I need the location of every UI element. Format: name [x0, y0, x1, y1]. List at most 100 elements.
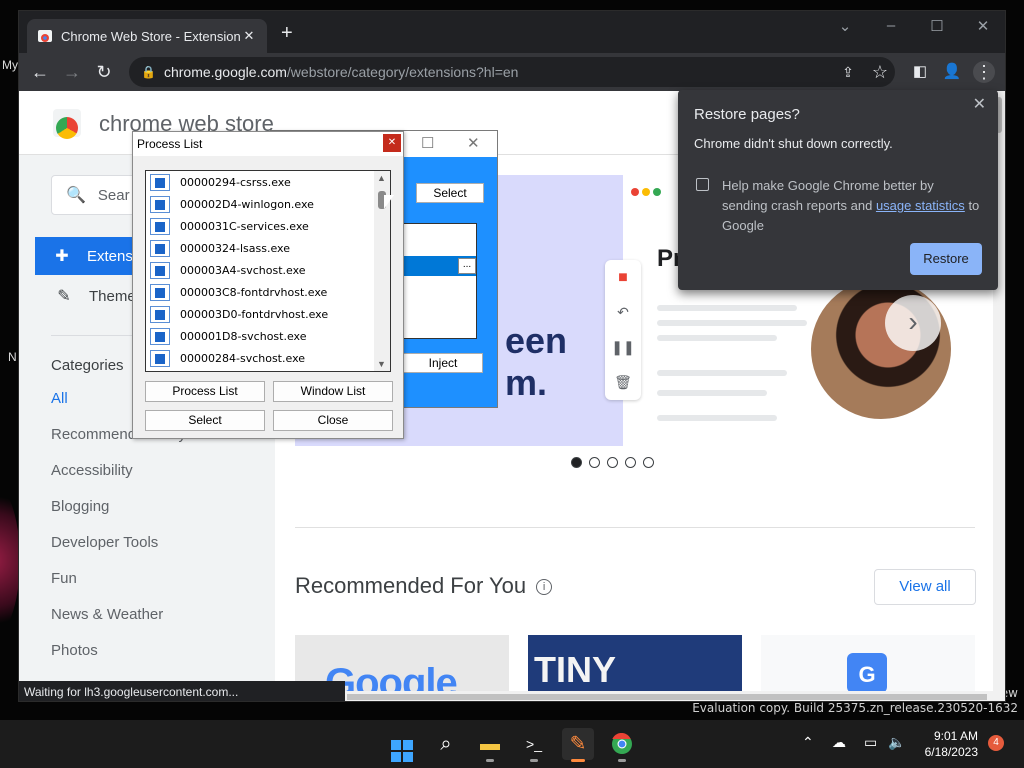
taskbar-clock[interactable]: 9:01 AM 6/18/2023 — [908, 728, 978, 760]
page-horizontal-scrollbar[interactable] — [345, 691, 1005, 701]
pause-icon: ❚❚ — [611, 339, 635, 355]
forward-icon[interactable]: → — [61, 61, 83, 83]
chevron-up-icon[interactable]: ⌃ — [802, 734, 814, 751]
extension-thumbnail[interactable]: TINY — [528, 635, 742, 695]
category-item-accessibility[interactable]: Accessibility — [51, 453, 203, 489]
carousel-dot[interactable] — [643, 457, 654, 468]
terminal-icon[interactable]: >_ — [518, 728, 550, 762]
process-icon — [150, 305, 170, 323]
category-item-photos[interactable]: Photos — [51, 633, 203, 669]
tab-search-icon[interactable]: ⌄ — [825, 17, 865, 35]
reload-icon[interactable]: ↻ — [93, 61, 115, 83]
process-item[interactable]: 000002D4-winlogon.exe — [150, 193, 314, 215]
restore-button[interactable]: Restore — [910, 243, 982, 275]
process-list-button[interactable]: Process List — [145, 381, 265, 402]
category-item-developer-tools[interactable]: Developer Tools — [51, 525, 203, 561]
lock-icon[interactable]: 🔒 — [141, 65, 156, 79]
carousel-dot[interactable] — [589, 457, 600, 468]
clock-time: 9:01 AM — [933, 729, 978, 743]
usage-statistics-link[interactable]: usage statistics — [876, 198, 965, 213]
category-item-news-weather[interactable]: News & Weather — [51, 597, 203, 633]
start-button[interactable] — [386, 728, 418, 762]
new-tab-icon[interactable]: + — [281, 23, 293, 43]
tab-close-icon[interactable]: ✕ — [241, 28, 257, 44]
network-icon[interactable]: ▭ — [864, 734, 877, 751]
extension-thumbnail[interactable]: G — [761, 635, 975, 695]
categories-heading: Categories — [51, 357, 124, 374]
menu-kebab-icon[interactable]: ⋮ — [973, 61, 995, 83]
trash-icon: 🗑 — [614, 374, 632, 390]
process-icon — [150, 195, 170, 213]
scroll-up-icon[interactable]: ▲ — [377, 173, 386, 183]
banner-headline: een m. — [505, 320, 567, 404]
chrome-web-store-logo[interactable] — [53, 109, 81, 139]
process-item[interactable]: 00000284-svchost.exe — [150, 347, 305, 369]
carousel-next-icon[interactable]: › — [885, 295, 941, 351]
info-icon[interactable]: i — [536, 579, 553, 595]
file-explorer-icon[interactable]: ▬ — [474, 728, 506, 762]
app-icon[interactable]: ✎ — [562, 728, 594, 762]
crash-report-checkbox[interactable] — [696, 178, 709, 191]
close-window-icon[interactable]: ✕ — [467, 134, 480, 152]
desktop-icon-label[interactable]: N — [8, 350, 17, 364]
maximize-icon[interactable]: ☐ — [917, 17, 957, 35]
process-icon — [150, 261, 170, 279]
category-item-blogging[interactable]: Blogging — [51, 489, 203, 525]
category-item-fun[interactable]: Fun — [51, 561, 203, 597]
close-icon[interactable]: ✕ — [383, 134, 401, 152]
browser-tab[interactable]: Chrome Web Store - Extensions ✕ — [27, 19, 267, 53]
volume-icon[interactable]: 🔈 — [888, 734, 905, 751]
tab-title: Chrome Web Store - Extensions — [61, 28, 241, 44]
process-item[interactable]: 000001D8-svchost.exe — [150, 325, 306, 347]
restore-pages-bubble: Restore pages? ✕ Chrome didn't shut down… — [678, 90, 998, 290]
share-icon[interactable]: ⇪ — [837, 61, 859, 83]
process-item[interactable]: 000003C8-fontdrvhost.exe — [150, 281, 327, 303]
search-icon[interactable]: ⌕ — [430, 728, 462, 760]
chrome-web-store-icon — [37, 28, 53, 44]
process-icon — [150, 217, 170, 235]
process-name: 0000031C-services.exe — [180, 219, 309, 233]
minimize-icon[interactable]: – — [871, 17, 911, 34]
scrollbar-thumb[interactable] — [347, 694, 987, 700]
carousel-dot[interactable] — [571, 457, 582, 468]
cloud-icon[interactable]: ☁ — [832, 734, 846, 751]
scroll-down-icon[interactable]: ▼ — [377, 359, 386, 369]
close-window-icon[interactable]: ✕ — [963, 17, 1003, 35]
carousel-dot[interactable] — [625, 457, 636, 468]
browse-button[interactable]: ... — [458, 258, 476, 274]
windows-logo-icon — [391, 740, 413, 762]
bookmark-star-icon[interactable]: ☆ — [869, 61, 891, 83]
process-listbox[interactable]: 00000294-csrss.exe 000002D4-winlogon.exe… — [145, 170, 391, 372]
maximize-icon[interactable]: ☐ — [421, 134, 434, 152]
process-item[interactable]: 0000031C-services.exe — [150, 215, 309, 237]
crash-report-option: Help make Google Chrome better by sendin… — [722, 176, 982, 236]
select-button[interactable]: Select — [145, 410, 265, 431]
process-item[interactable]: 00000294-csrss.exe — [150, 171, 291, 193]
process-item[interactable]: 000003A4-svchost.exe — [150, 259, 306, 281]
taskbar: ⌕ ▬ >_ ✎ ⌃ ☁ ▭ 🔈 9:01 AM 6/18/2023 — [0, 720, 1024, 768]
back-icon[interactable]: ← — [29, 61, 51, 83]
process-icon — [150, 349, 170, 367]
recommended-heading: Recommended For You i — [295, 573, 553, 599]
profile-icon[interactable]: 👤 — [941, 61, 963, 83]
close-icon[interactable]: ✕ — [973, 94, 986, 114]
window-list-button[interactable]: Window List — [273, 381, 393, 402]
side-panel-icon[interactable]: ◧ — [909, 61, 931, 83]
close-button[interactable]: Close — [273, 410, 393, 431]
tab-strip: Chrome Web Store - Extensions ✕ + ⌄ – ☐ … — [19, 11, 1005, 53]
desktop-icon-label[interactable]: My — [2, 58, 18, 72]
view-all-button[interactable]: View all — [874, 569, 976, 605]
process-icon — [150, 173, 170, 191]
inject-button[interactable]: Inject — [403, 353, 483, 373]
notification-badge[interactable]: 4 — [988, 735, 1004, 751]
window-dots — [631, 183, 664, 201]
chrome-icon[interactable] — [606, 728, 638, 762]
carousel-dot[interactable] — [607, 457, 618, 468]
injector-select-button[interactable]: Select — [416, 183, 484, 203]
process-item[interactable]: 000003D0-fontdrvhost.exe — [150, 303, 328, 325]
process-name: 000002D4-winlogon.exe — [180, 197, 314, 211]
address-bar[interactable]: 🔒 chrome.google.com/webstore/category/ex… — [129, 57, 895, 87]
process-item[interactable]: 00000324-lsass.exe — [150, 237, 290, 259]
url-host: chrome.google.com — [163, 64, 287, 80]
injector-module-list[interactable]: ... — [403, 223, 477, 339]
